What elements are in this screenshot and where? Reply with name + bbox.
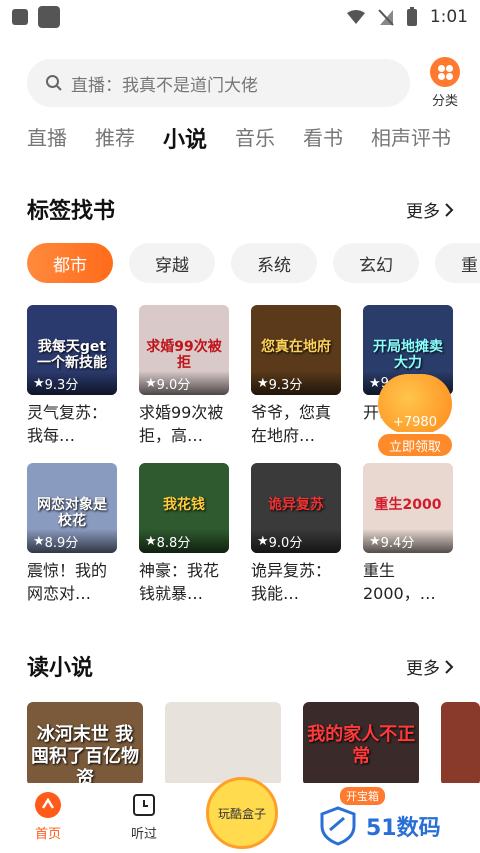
nav-home-label: 首页 xyxy=(34,827,61,842)
coin-icon: +7980 xyxy=(378,374,452,434)
shield-logo-icon xyxy=(320,806,356,846)
tab-crosstalk[interactable]: 相声评书 xyxy=(371,122,451,154)
watermark-text: 51数码 xyxy=(366,816,441,841)
watermark: 51数码 xyxy=(318,806,441,846)
novel-row: 冰河末世 我囤积了百亿物资 我的家人不正常 xyxy=(27,702,480,786)
book-title: 诡异复苏：我能… xyxy=(251,561,332,603)
star-icon: ★ xyxy=(33,375,45,391)
history-icon xyxy=(133,794,155,816)
book-cover: 重生2000 ★ 9.4分 xyxy=(363,463,453,553)
status-bar: 1:01 xyxy=(0,0,480,34)
book-cover: 您真在地府 ★ 9.3分 xyxy=(251,305,341,395)
book-card[interactable]: 求婚99次被拒 ★ 9.0分 求婚99次被拒，高… xyxy=(139,305,229,447)
chip-urban[interactable]: 都市 xyxy=(27,243,113,283)
status-time: 1:01 xyxy=(429,7,468,27)
search-input[interactable]: 直播：我真不是道门大佬 xyxy=(27,59,410,107)
novel-cover[interactable] xyxy=(165,702,282,786)
section-title-tags: 标签找书 xyxy=(27,199,116,224)
tab-novel[interactable]: 小说 xyxy=(163,122,207,154)
tab-music[interactable]: 音乐 xyxy=(235,122,275,154)
book-cover: 诡异复苏 ★ 9.0分 xyxy=(251,463,341,553)
treasure-badge[interactable]: 开宝箱 xyxy=(340,787,385,805)
center-disc-label: 玩酷盒子 xyxy=(217,806,266,821)
more-label: 更多 xyxy=(406,202,440,222)
tab-live[interactable]: 直播 xyxy=(27,122,67,154)
chip-fantasy[interactable]: 玄幻 xyxy=(333,243,419,283)
nav-home[interactable]: 首页 xyxy=(0,791,96,842)
book-grid-row-2: 网恋对象是校花 ★ 8.9分 震惊！我的网恋对… 我花钱 ★ 8.8分 神豪：我… xyxy=(27,463,480,605)
section-title-read-novel: 读小说 xyxy=(27,656,94,681)
star-icon: ★ xyxy=(369,533,381,549)
more-link-tags[interactable]: 更多 xyxy=(406,197,454,222)
reward-amount: +7980 xyxy=(393,415,437,430)
signal-off-icon xyxy=(378,9,394,26)
star-icon: ★ xyxy=(257,533,269,549)
home-icon xyxy=(35,792,61,818)
chip-more[interactable]: 重 xyxy=(435,243,480,283)
star-icon: ★ xyxy=(145,375,157,391)
star-icon: ★ xyxy=(257,375,269,391)
app-icon xyxy=(38,6,60,28)
book-title: 灵气复苏：我每… xyxy=(27,403,108,445)
tab-reading[interactable]: 看书 xyxy=(303,122,343,154)
claim-button[interactable]: 立即领取 xyxy=(376,432,454,458)
book-title: 神豪：我花钱就暴… xyxy=(139,561,220,603)
chip-system[interactable]: 系统 xyxy=(231,243,317,283)
book-title: 求婚99次被拒，高… xyxy=(139,403,224,445)
wifi-icon xyxy=(346,10,365,24)
chevron-right-icon xyxy=(445,202,454,217)
tab-recommend[interactable]: 推荐 xyxy=(95,122,135,154)
chevron-right-icon xyxy=(445,659,454,674)
search-placeholder: 直播：我真不是道门大佬 xyxy=(71,75,258,96)
reward-widget[interactable]: +7980 立即领取 xyxy=(376,374,454,458)
battery-icon xyxy=(406,7,417,26)
category-button[interactable]: 分类 xyxy=(424,57,466,109)
novel-cover[interactable]: 我的家人不正常 xyxy=(303,702,420,786)
book-title: 重生2000，… xyxy=(363,561,436,603)
book-card[interactable]: 您真在地府 ★ 9.3分 爷爷，您真在地府… xyxy=(251,305,341,447)
star-icon: ★ xyxy=(145,533,157,549)
book-cover: 网恋对象是校花 ★ 8.9分 xyxy=(27,463,117,553)
more-link-novels[interactable]: 更多 xyxy=(406,654,454,679)
book-cover: 我每天get一个新技能 ★ 9.3分 xyxy=(27,305,117,395)
book-cover: 求婚99次被拒 ★ 9.0分 xyxy=(139,305,229,395)
book-card[interactable]: 网恋对象是校花 ★ 8.9分 震惊！我的网恋对… xyxy=(27,463,117,605)
book-card[interactable]: 我花钱 ★ 8.8分 神豪：我花钱就暴… xyxy=(139,463,229,605)
center-play-button[interactable]: 玩酷盒子 xyxy=(206,777,278,849)
novel-cover[interactable]: 冰河末世 我囤积了百亿物资 xyxy=(27,702,144,786)
star-icon: ★ xyxy=(33,533,45,549)
search-icon xyxy=(46,75,62,91)
nav-listened[interactable]: 听过 xyxy=(96,791,192,842)
tag-chips: 都市 穿越 系统 玄幻 重 xyxy=(27,243,480,283)
book-card[interactable]: 我每天get一个新技能 ★ 9.3分 灵气复苏：我每… xyxy=(27,305,117,447)
book-title: 爷爷，您真在地府… xyxy=(251,403,332,445)
chip-time-travel[interactable]: 穿越 xyxy=(129,243,215,283)
search-row: 直播：我真不是道门大佬 分类 xyxy=(27,57,466,109)
category-icon xyxy=(430,57,460,87)
notification-icon xyxy=(12,9,28,25)
tab-bar: 直播 推荐 小说 音乐 看书 相声评书 xyxy=(27,122,480,154)
book-cover: 我花钱 ★ 8.8分 xyxy=(139,463,229,553)
book-card[interactable]: 重生2000 ★ 9.4分 重生2000，… xyxy=(363,463,453,605)
nav-listened-label: 听过 xyxy=(130,827,157,842)
category-label: 分类 xyxy=(431,94,458,109)
more-label: 更多 xyxy=(406,659,440,679)
book-title: 震惊！我的网恋对… xyxy=(27,561,108,603)
book-card[interactable]: 诡异复苏 ★ 9.0分 诡异复苏：我能… xyxy=(251,463,341,605)
novel-cover[interactable] xyxy=(441,702,480,786)
